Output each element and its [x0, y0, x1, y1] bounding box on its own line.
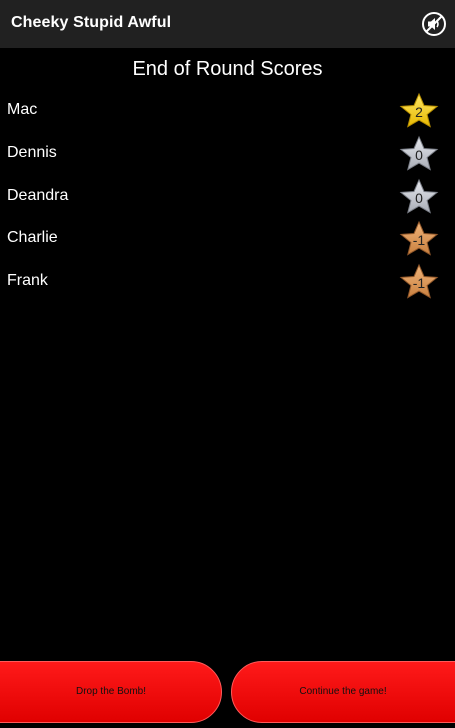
- score-value: 2: [415, 104, 423, 120]
- score-star-icon: 2: [392, 92, 446, 130]
- app-bar: Cheeky Stupid Awful: [0, 0, 455, 48]
- score-value: -1: [412, 232, 426, 249]
- player-name: Dennis: [7, 143, 57, 161]
- score-row: Frank -1: [0, 260, 455, 303]
- score-list: Mac 2 Dennis 0 Deandra 0 Charlie -1 Fran…: [0, 89, 455, 303]
- app-screen: Cheeky Stupid Awful End of Round Scores …: [0, 0, 455, 728]
- speaker-muted-icon: [422, 12, 446, 36]
- score-row: Dennis 0: [0, 132, 455, 175]
- player-name: Mac: [7, 101, 38, 118]
- player-name: Charlie: [7, 229, 58, 247]
- score-row: Charlie -1: [0, 217, 455, 260]
- score-star-icon: 0: [392, 178, 446, 216]
- score-value: -1: [412, 275, 426, 291]
- score-value: 0: [415, 189, 423, 206]
- score-row: Deandra 0: [0, 175, 455, 218]
- continue-game-button[interactable]: Continue the game!: [231, 661, 455, 723]
- score-star-icon: 0: [392, 135, 446, 173]
- score-star-icon: -1: [392, 263, 446, 301]
- score-row: Mac 2: [0, 89, 455, 132]
- score-value: 0: [415, 146, 423, 163]
- score-star-icon: -1: [392, 220, 446, 258]
- drop-bomb-button[interactable]: Drop the Bomb!: [0, 661, 222, 723]
- player-name: Deandra: [7, 186, 69, 204]
- mute-button[interactable]: [421, 11, 447, 37]
- player-name: Frank: [7, 272, 48, 289]
- page-title: End of Round Scores: [132, 58, 323, 80]
- app-title: Cheeky Stupid Awful: [11, 14, 172, 31]
